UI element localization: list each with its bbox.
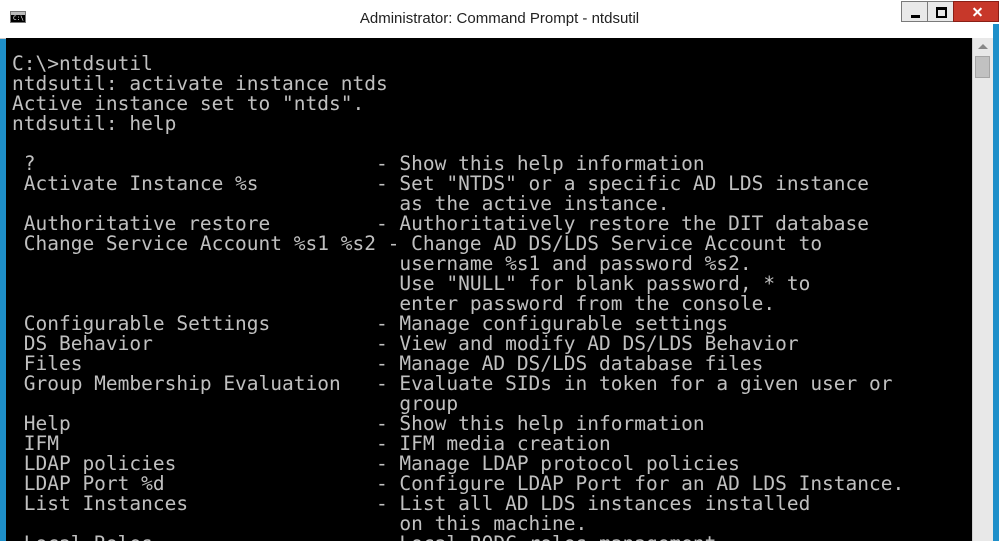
maximize-icon[interactable]	[927, 1, 954, 22]
vertical-scrollbar[interactable]	[972, 38, 993, 541]
console-text: C:\>ntdsutil ntdsutil: activate instance…	[12, 52, 905, 541]
minimize-icon[interactable]	[901, 1, 928, 22]
console-output[interactable]: C:\>ntdsutil ntdsutil: activate instance…	[6, 38, 972, 541]
scroll-up-icon[interactable]	[973, 38, 993, 56]
title-bar[interactable]: C:\ Administrator: Command Prompt - ntds…	[0, 0, 999, 39]
window-border	[993, 24, 999, 541]
close-icon[interactable]	[953, 1, 999, 22]
command-prompt-window: C:\ Administrator: Command Prompt - ntds…	[0, 0, 999, 541]
scrollbar-thumb[interactable]	[975, 56, 990, 78]
window-controls	[901, 0, 999, 24]
window-title: Administrator: Command Prompt - ntdsutil	[359, 10, 640, 27]
